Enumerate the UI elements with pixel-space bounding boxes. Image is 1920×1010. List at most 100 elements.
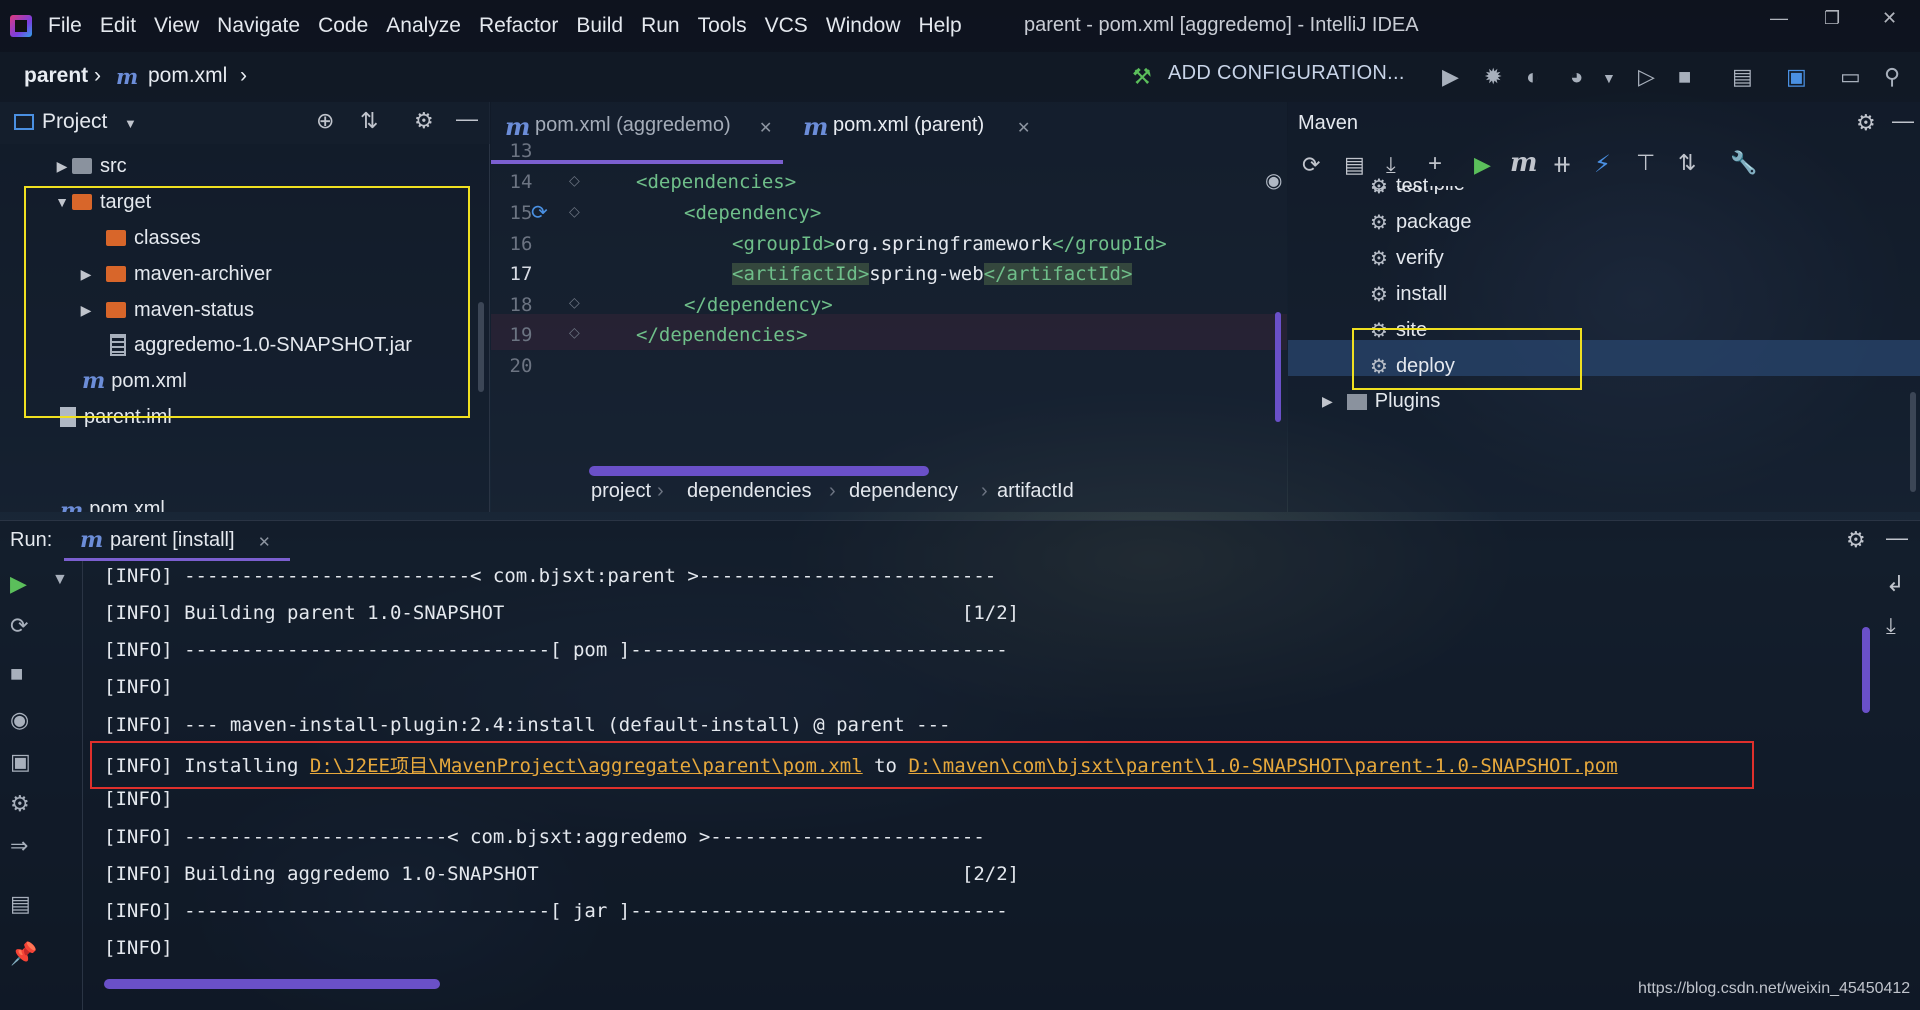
project-structure-icon[interactable]: ▤	[1732, 64, 1753, 90]
hide-icon[interactable]: —	[456, 106, 478, 132]
editor-vertical-scrollbar[interactable]	[1275, 312, 1281, 422]
translate-icon[interactable]: ▣	[1786, 64, 1807, 90]
run-horizontal-scrollbar[interactable]	[104, 979, 440, 989]
close-tab-icon[interactable]: ✕	[759, 118, 772, 138]
run-vertical-scrollbar[interactable]	[1862, 627, 1870, 713]
settings-icon[interactable]: ⚙	[10, 791, 30, 817]
tab-parent-pom[interactable]: m pom.xml (parent) ✕	[793, 102, 1065, 164]
camera-icon[interactable]: ▣	[10, 749, 31, 775]
chevron-right-icon[interactable]: ▶	[52, 158, 72, 175]
run-icon[interactable]: ▶	[1442, 64, 1459, 90]
eye-icon[interactable]: ◉	[1265, 168, 1282, 193]
breadcrumb-project[interactable]: parent	[24, 64, 88, 88]
maven-plugins-node[interactable]: ▶ Plugins	[1322, 390, 1440, 413]
execute-goal-icon[interactable]: m	[1510, 148, 1538, 178]
collapse-all-icon[interactable]: ⇅	[360, 108, 378, 134]
breadcrumb-item[interactable]: dependency	[849, 480, 958, 503]
lifecycle-verify[interactable]: ⚙ verify	[1370, 246, 1444, 271]
expand-icon[interactable]: ▼	[52, 571, 68, 589]
search-icon[interactable]: ⚲	[1884, 64, 1900, 90]
menu-vcs[interactable]: VCS	[765, 14, 808, 38]
collapse-all-icon[interactable]: ⇅	[1678, 150, 1696, 176]
menu-build[interactable]: Build	[576, 14, 623, 38]
code-line-19[interactable]: </dependencies>	[636, 324, 808, 346]
gear-icon[interactable]: ⚙	[1856, 110, 1876, 136]
scroll-to-end-icon[interactable]: ⤓	[1886, 613, 1896, 639]
menu-help[interactable]: Help	[919, 14, 962, 38]
tree-item-pom-root[interactable]: m pom.xml	[60, 498, 165, 512]
override-gutter-icon[interactable]: ⟳	[531, 200, 548, 225]
fold-icon[interactable]: ◇	[569, 172, 580, 189]
hide-icon[interactable]: —	[1892, 108, 1914, 134]
menu-code[interactable]: Code	[318, 14, 368, 38]
menu-file[interactable]: File	[48, 14, 82, 38]
login-icon[interactable]: ⇒	[10, 833, 28, 859]
maven-scrollbar[interactable]	[1910, 392, 1916, 492]
pin-icon[interactable]: 📌	[10, 941, 37, 967]
debug-icon[interactable]: ✹	[1484, 64, 1502, 90]
menu-refactor[interactable]: Refactor	[479, 14, 558, 38]
menu-window[interactable]: Window	[826, 14, 901, 38]
code-line-16[interactable]: <groupId>org.springframework</groupId>	[732, 233, 1167, 255]
lifecycle-test[interactable]: ⚙ test	[1370, 174, 1428, 199]
code-line-15[interactable]: <dependency>	[684, 202, 821, 224]
restore-icon[interactable]: ❐	[1824, 8, 1840, 29]
breadcrumb-file[interactable]: pom.xml	[148, 64, 227, 88]
toggle-tree-icon[interactable]: ⟳	[10, 613, 28, 639]
run-tab-parent-install[interactable]: m parent [install] ✕	[64, 521, 290, 561]
project-scrollbar[interactable]	[478, 302, 484, 392]
build-hammer-icon[interactable]: ⚒	[1132, 64, 1152, 90]
tree-item-src[interactable]: ▶ src	[52, 146, 127, 186]
breadcrumb-item[interactable]: dependencies	[687, 480, 812, 503]
minimize-icon[interactable]: —	[1770, 8, 1788, 29]
soft-wrap-icon[interactable]: ↲	[1886, 571, 1904, 597]
code-line-18[interactable]: </dependency>	[684, 294, 833, 316]
add-icon[interactable]: +	[1428, 150, 1442, 178]
gear-icon[interactable]: ⚙	[1846, 527, 1866, 553]
chevron-down-icon[interactable]: ▼	[124, 116, 137, 131]
add-configuration-button[interactable]: ADD CONFIGURATION...	[1168, 62, 1405, 85]
line-number: 20	[509, 355, 533, 377]
stop-icon[interactable]: ■	[10, 661, 23, 687]
toggle-offline-icon[interactable]: ⧺	[1552, 150, 1572, 179]
close-icon[interactable]: ✕	[1882, 8, 1897, 29]
menu-edit[interactable]: Edit	[100, 14, 136, 38]
terminal-icon[interactable]: ▭	[1840, 64, 1861, 90]
coverage-icon[interactable]: ◐	[1526, 64, 1539, 90]
layout-icon[interactable]: ▤	[10, 891, 31, 917]
fold-icon[interactable]: ◇	[569, 203, 580, 220]
menu-view[interactable]: View	[154, 14, 199, 38]
chevron-right-icon[interactable]: ▶	[1322, 393, 1333, 410]
close-tab-icon[interactable]: ✕	[1017, 118, 1030, 138]
lifecycle-package[interactable]: ⚙ package	[1370, 210, 1472, 235]
code-line-14[interactable]: <dependencies>	[636, 171, 796, 193]
menu-analyze[interactable]: Analyze	[386, 14, 461, 38]
generate-sources-icon[interactable]: ▤	[1344, 152, 1365, 178]
locate-icon[interactable]: ⊕	[316, 108, 334, 134]
show-dependencies-icon[interactable]: ⊤	[1636, 150, 1655, 176]
eye-icon[interactable]: ◉	[10, 707, 29, 733]
profile-icon[interactable]: ◕	[1570, 64, 1583, 90]
gear-icon[interactable]: ⚙	[414, 108, 434, 134]
chevron-down-icon[interactable]: ▼	[1602, 70, 1616, 86]
close-tab-icon[interactable]: ✕	[258, 533, 271, 551]
wrench-icon[interactable]: 🔧	[1730, 150, 1757, 176]
lifecycle-label: install	[1395, 283, 1448, 305]
menu-run[interactable]: Run	[641, 14, 680, 38]
breadcrumb-item[interactable]: project	[591, 480, 651, 503]
rerun-icon[interactable]: ▶	[10, 571, 27, 597]
hide-icon[interactable]: —	[1886, 525, 1908, 551]
code-line-17[interactable]: <artifactId>spring-web</artifactId>	[732, 263, 1133, 285]
fold-icon[interactable]: ◇	[569, 294, 580, 311]
stop-icon[interactable]: ■	[1678, 64, 1691, 90]
reload-icon[interactable]: ⟳	[1302, 152, 1320, 178]
fold-icon[interactable]: ◇	[569, 324, 580, 341]
lifecycle-install[interactable]: ⚙ install	[1370, 282, 1447, 307]
run-anything-icon[interactable]: ▷	[1638, 64, 1655, 90]
menu-navigate[interactable]: Navigate	[217, 14, 300, 38]
breadcrumb-item[interactable]: artifactId	[997, 480, 1074, 503]
project-title[interactable]: Project	[42, 110, 107, 134]
menu-tools[interactable]: Tools	[698, 14, 747, 38]
run-maven-icon[interactable]: ▶	[1474, 152, 1491, 178]
skip-tests-icon[interactable]: ⚡	[1594, 150, 1611, 179]
